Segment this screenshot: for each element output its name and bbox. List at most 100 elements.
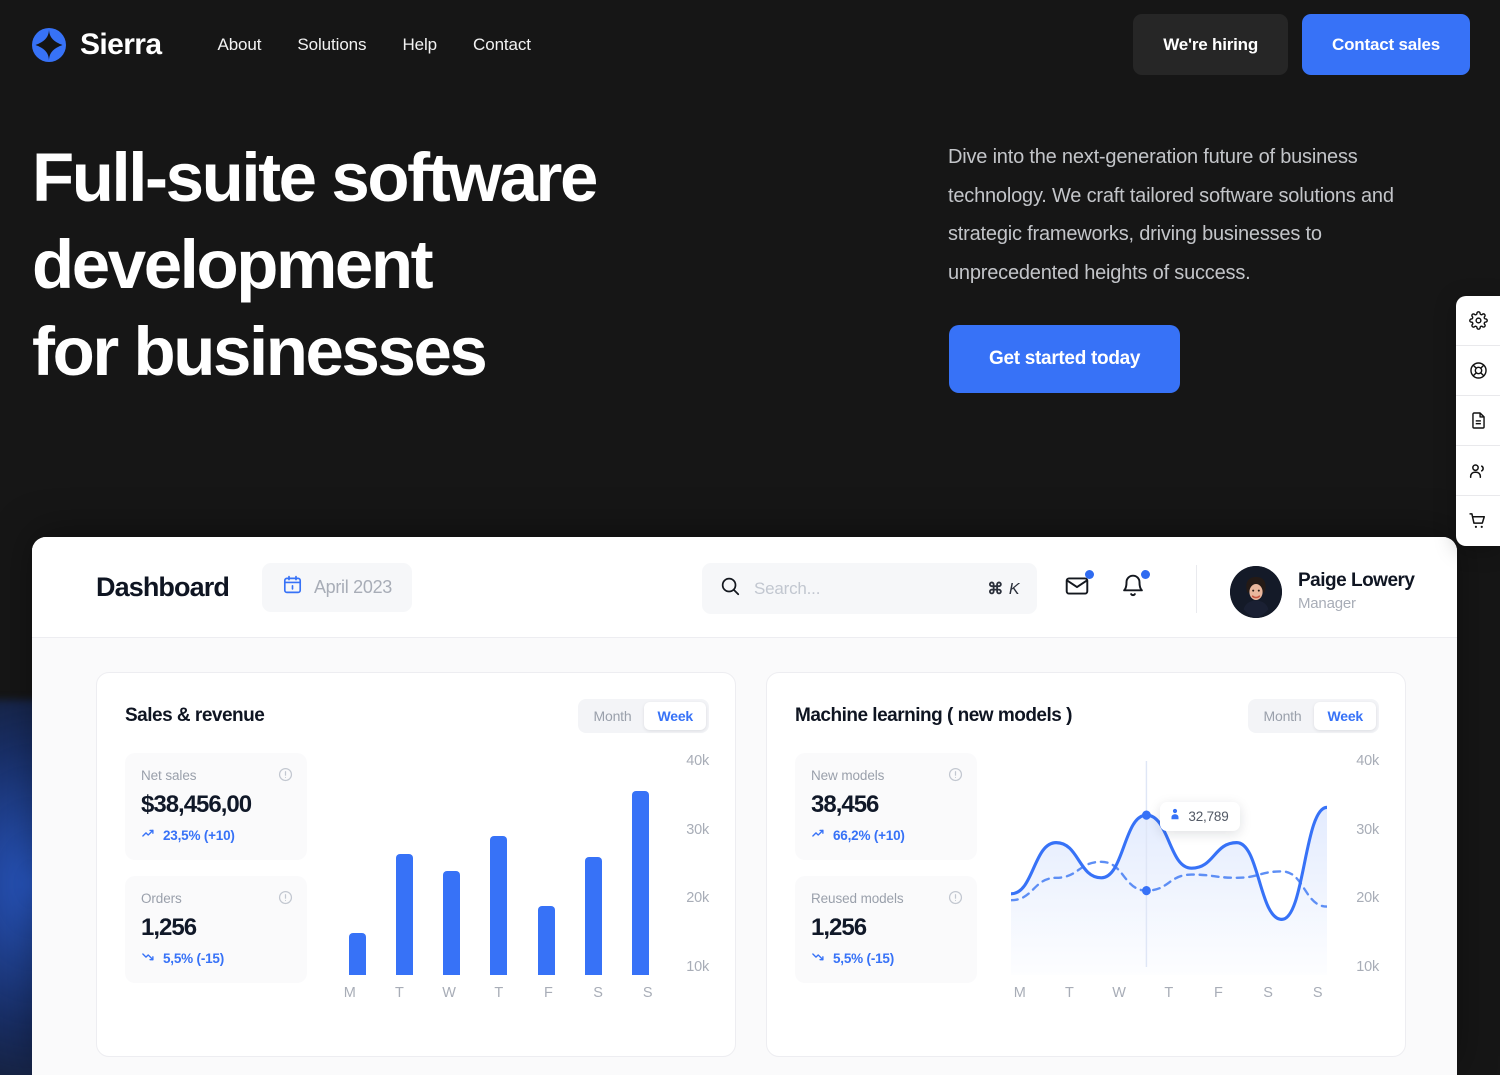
- hero-description: Dive into the next-generation future of …: [948, 146, 1394, 284]
- search-shortcut: ⌘ K: [987, 579, 1020, 599]
- get-started-button[interactable]: Get started today: [949, 325, 1181, 393]
- x-tick: M: [343, 985, 357, 1001]
- stat-net-sales: Net sales $38,456,00 23,5% (+10): [125, 753, 307, 860]
- user-name: Paige Lowery: [1298, 570, 1415, 591]
- x-tick: M: [1013, 985, 1027, 1001]
- chart-tooltip: 32,789: [1160, 802, 1240, 832]
- info-icon[interactable]: [948, 767, 963, 787]
- stat-list: Net sales $38,456,00 23,5% (+10) Orders …: [125, 753, 307, 983]
- floating-action-rail: [1456, 296, 1500, 546]
- nav-link-solutions[interactable]: Solutions: [297, 35, 366, 55]
- toggle-month[interactable]: Month: [1251, 702, 1315, 730]
- y-tick: 40k: [686, 753, 709, 769]
- stat-label: Reused models: [811, 891, 904, 906]
- range-toggle-sales: Month Week: [577, 699, 709, 733]
- toggle-week[interactable]: Week: [644, 702, 706, 730]
- stat-delta-text: 66,2% (+10): [833, 827, 905, 843]
- dashboard-panel: Dashboard April 2023 Search... ⌘ K Paige…: [32, 537, 1457, 1075]
- card-header: Sales & revenue Month Week: [125, 699, 709, 733]
- date-picker[interactable]: April 2023: [261, 562, 412, 612]
- calendar-icon: [282, 574, 303, 600]
- line-x-axis: MTWTFSS: [1011, 985, 1327, 1001]
- stat-label: Orders: [141, 891, 182, 906]
- dashboard-body: Sales & revenue Month Week Net sales $38…: [32, 638, 1457, 1075]
- dashboard-title: Dashboard: [96, 571, 230, 602]
- card-header: Machine learning ( new models ) Month We…: [795, 699, 1379, 733]
- dashboard-header: Dashboard April 2023 Search... ⌘ K Paige…: [32, 537, 1457, 638]
- stat-new-models: New models 38,456 66,2% (+10): [795, 753, 977, 860]
- stat-value: 1,256: [141, 914, 197, 941]
- stat-value: 38,456: [811, 791, 879, 818]
- trend-down-icon: [141, 949, 156, 967]
- card-title: Sales & revenue: [125, 705, 265, 726]
- trend-up-icon: [811, 826, 826, 844]
- x-tick: T: [1065, 985, 1075, 1001]
- brand-name: Sierra: [80, 28, 162, 61]
- y-tick: 10k: [1356, 959, 1379, 975]
- stat-value: $38,456,00: [141, 791, 252, 818]
- rail-item-documents[interactable]: [1456, 396, 1500, 446]
- line-plot-area: 32,789: [1009, 753, 1329, 975]
- line-series: [1009, 761, 1329, 975]
- stat-label: Net sales: [141, 768, 197, 783]
- contact-sales-button[interactable]: Contact sales: [1302, 14, 1470, 75]
- mail-unread-dot: [1085, 570, 1094, 579]
- bar-y-axis: 10k 20k 30k 40k: [665, 753, 709, 975]
- line-chart: 32,789 10k 20k 30k 40k M T W T F S S: [1009, 753, 1379, 1001]
- y-tick: 30k: [1356, 821, 1379, 838]
- x-tick: S: [642, 985, 653, 1001]
- rail-item-support[interactable]: [1456, 346, 1500, 396]
- nav-link-contact[interactable]: Contact: [473, 35, 531, 55]
- rail-item-settings[interactable]: [1456, 296, 1500, 346]
- toggle-week[interactable]: Week: [1314, 702, 1376, 730]
- info-icon[interactable]: [278, 767, 293, 787]
- x-tick: F: [543, 985, 554, 1001]
- lifebuoy-icon: [1469, 361, 1488, 380]
- info-icon[interactable]: [278, 890, 293, 910]
- nav-link-about[interactable]: About: [217, 35, 261, 55]
- cart-icon: [1468, 511, 1488, 531]
- trend-up-icon: [141, 826, 156, 844]
- page-title: Full-suite software development for busi…: [32, 139, 598, 390]
- card-content: Net sales $38,456,00 23,5% (+10) Orders …: [125, 753, 709, 1001]
- card-sales-revenue: Sales & revenue Month Week Net sales $38…: [96, 672, 736, 1057]
- info-icon[interactable]: [948, 890, 963, 910]
- stat-delta-text: 5,5% (-15): [163, 950, 225, 966]
- notifications-button[interactable]: [1120, 570, 1150, 604]
- bar: [349, 933, 366, 975]
- x-tick: F: [1213, 985, 1224, 1001]
- user-role: Manager: [1298, 595, 1356, 612]
- bar: [490, 836, 508, 975]
- area-fill: [1011, 807, 1327, 975]
- stat-reused-models: Reused models 1,256 5,5% (-15): [795, 876, 977, 983]
- line-y-axis: 10k 20k 30k 40k: [1335, 753, 1379, 975]
- header-icon-group: [1064, 570, 1150, 604]
- x-tick: T: [1164, 985, 1174, 1001]
- user-menu[interactable]: Paige Lowery Manager: [1230, 566, 1415, 618]
- toggle-month[interactable]: Month: [581, 702, 645, 730]
- search-input[interactable]: [754, 578, 988, 599]
- rail-item-cart[interactable]: [1456, 496, 1500, 546]
- bar-plot-area: [341, 753, 657, 975]
- mail-button[interactable]: [1064, 570, 1094, 604]
- top-navbar: Sierra About Solutions Help Contact We'r…: [0, 0, 1500, 90]
- were-hiring-button[interactable]: We're hiring: [1133, 14, 1289, 75]
- rail-item-people[interactable]: [1456, 446, 1500, 496]
- y-tick: 20k: [686, 890, 709, 907]
- nav-link-help[interactable]: Help: [402, 35, 437, 55]
- x-tick: W: [442, 985, 457, 1001]
- bar: [537, 905, 555, 975]
- shortcut-mod-key: ⌘: [987, 580, 1004, 598]
- sierra-diamond-logo-icon: [30, 26, 68, 64]
- landing-page: Sierra About Solutions Help Contact We'r…: [0, 0, 1500, 1075]
- brand-logo[interactable]: Sierra: [30, 26, 162, 64]
- users-icon: [1468, 461, 1488, 481]
- card-title: Machine learning ( new models ): [795, 705, 1072, 726]
- bar: [443, 871, 461, 975]
- x-tick: W: [1112, 985, 1127, 1001]
- nav-links: About Solutions Help Contact: [217, 35, 531, 55]
- stat-delta-text: 5,5% (-15): [833, 950, 895, 966]
- tooltip-value: 32,789: [1188, 809, 1229, 825]
- stat-delta-text: 23,5% (+10): [163, 827, 235, 843]
- search-bar[interactable]: ⌘ K: [702, 563, 1037, 614]
